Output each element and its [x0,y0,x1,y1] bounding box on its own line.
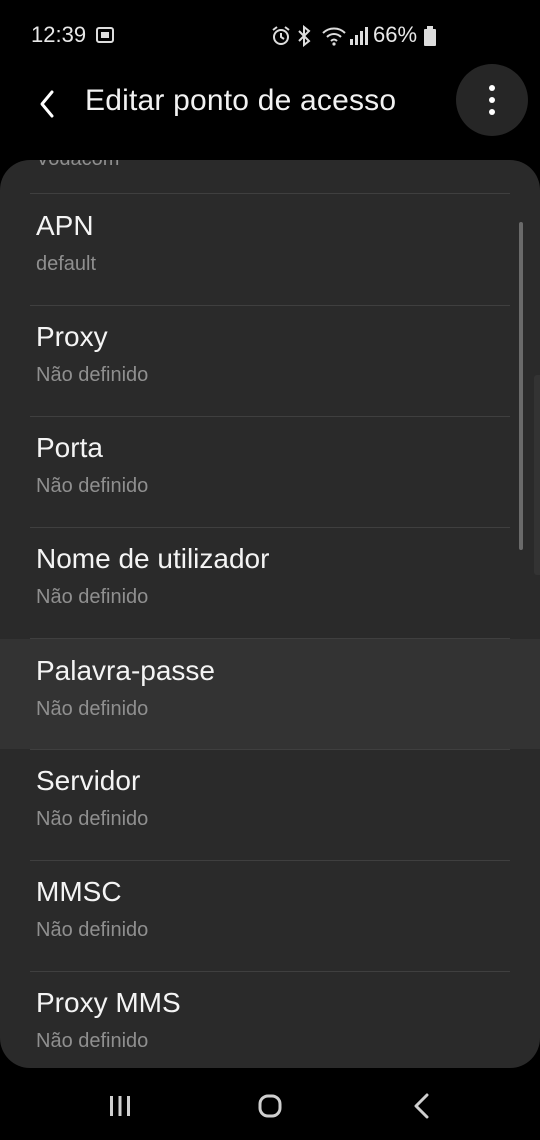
list-item-value: Não definido [36,1030,149,1052]
list-item-title: Porta [36,432,103,463]
list-item-value: Não definido [36,475,149,497]
bluetooth-icon [298,25,311,47]
list-item-value: Não definido [36,919,149,941]
list-item-value: Não definido [36,364,149,386]
list-item-mmsc[interactable]: MMSC Não definido [0,860,540,970]
list-item-palavra-passe[interactable]: Palavra-passe Não definido [0,639,540,749]
status-bar: 12:39 66% [0,0,540,72]
more-options-button[interactable] [456,64,528,136]
home-icon[interactable] [258,1094,282,1118]
scrollbar[interactable] [519,222,523,550]
back-arrow-icon[interactable] [30,86,66,122]
list-item-title: Nome de utilizador [36,543,270,574]
list-item-nome-de-utilizador[interactable]: Nome de utilizador Não definido [0,527,540,637]
list-item-title: Servidor [36,765,141,796]
alarm-icon [272,26,290,45]
navigation-bar [0,1068,540,1140]
settings-list-panel[interactable]: Vodacom APN default Proxy Não definido P… [0,160,540,1068]
list-item-title: Palavra-passe [36,655,215,686]
signal-icon [350,27,368,45]
list-item-title: APN [36,210,94,241]
list-item-value: Não definido [36,698,149,720]
list-item-apn[interactable]: APN default [0,194,540,304]
list-item-proxy-mms[interactable]: Proxy MMS Não definido [0,971,540,1068]
recent-apps-icon[interactable] [108,1095,132,1117]
list-item-value: Não definido [36,808,149,830]
list-item-proxy[interactable]: Proxy Não definido [0,305,540,415]
list-item-title: Proxy MMS [36,987,181,1018]
list-item-porta[interactable]: Porta Não definido [0,416,540,526]
app-bar: Editar ponto de acesso [0,64,540,152]
battery-percent: 66% [373,22,418,47]
page-title: Editar ponto de acesso [85,84,397,117]
back-icon[interactable] [412,1093,432,1119]
battery-icon [424,26,436,46]
list-item-value: Não definido [36,586,149,608]
list-item-title: MMSC [36,876,122,907]
wifi-icon [322,27,346,46]
more-options-icon [489,85,495,91]
screenshot-icon [96,27,114,43]
edge-panel-handle[interactable] [534,375,540,575]
list-item-partial: Vodacom [36,160,119,171]
status-time: 12:39 [31,22,87,47]
list-item-value: default [36,253,97,275]
list-item-servidor[interactable]: Servidor Não definido [0,749,540,859]
list-item-title: Proxy [36,321,108,352]
